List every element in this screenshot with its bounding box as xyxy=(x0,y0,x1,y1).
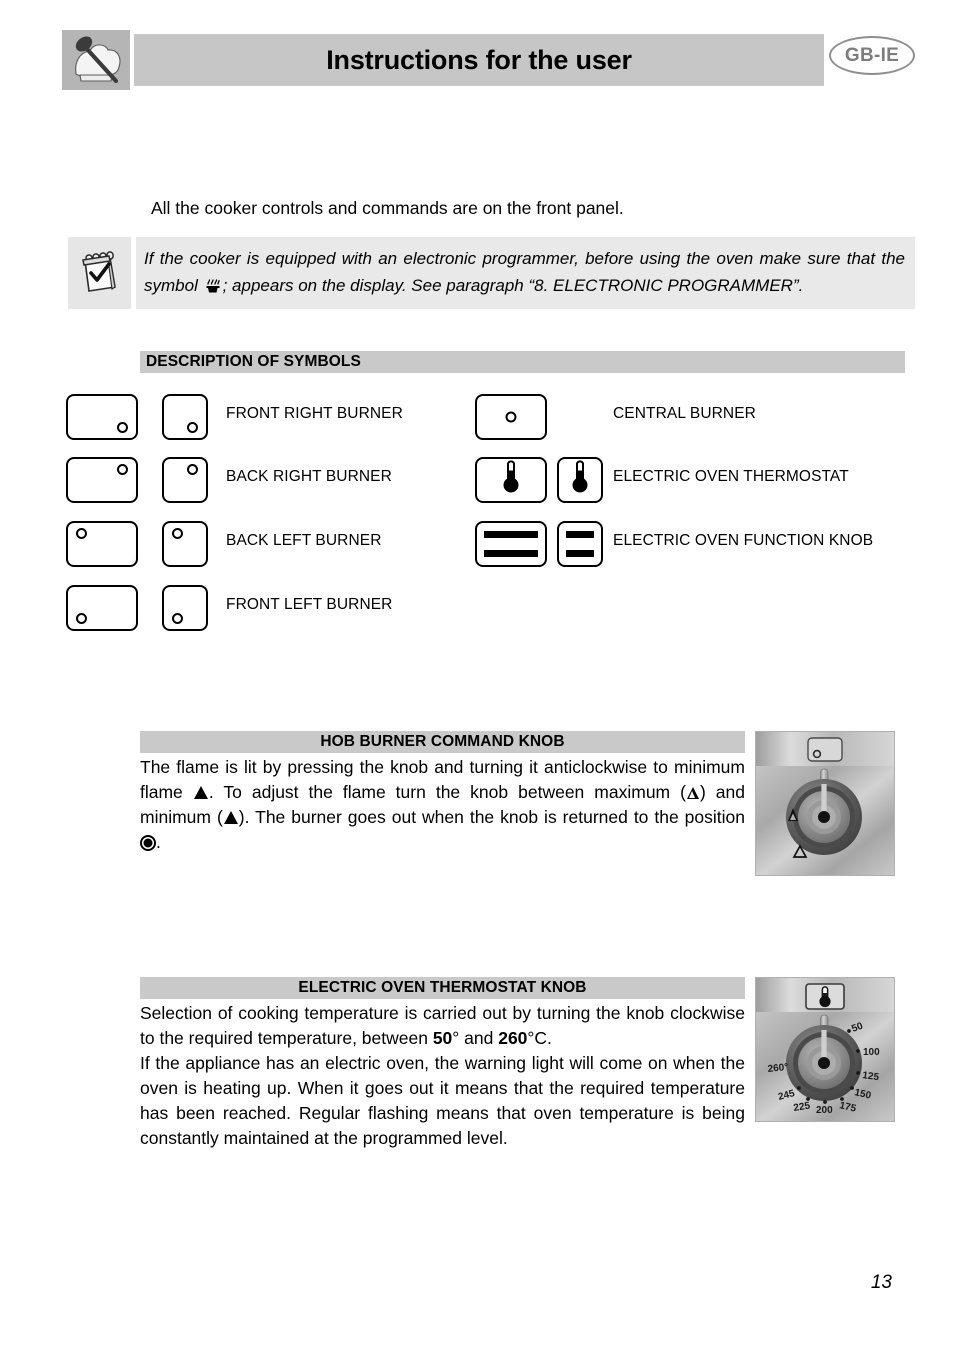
svg-text:260°: 260° xyxy=(767,1062,789,1075)
oven-function-knob-icon-alt xyxy=(557,521,603,567)
off-position-icon xyxy=(140,835,156,851)
chef-hat-spoon-icon xyxy=(62,30,130,90)
hob-text-4: ). The burner goes out when the knob is … xyxy=(238,807,745,827)
thermostat-paragraph-2: If the appliance has an electric oven, t… xyxy=(140,1053,745,1148)
note-text-after: ; appears on the display. See paragraph … xyxy=(222,276,804,295)
thermostat-block: ELECTRIC OVEN THERMOSTAT KNOB Selection … xyxy=(140,977,745,1151)
burner-knob-back-right-icon-alt xyxy=(162,457,208,503)
symbol-label: FRONT LEFT BURNER xyxy=(226,596,393,613)
knob-indicator-dot xyxy=(172,528,183,539)
knob-indicator-dot xyxy=(187,422,198,433)
note-body: If the cooker is equipped with an electr… xyxy=(136,237,915,309)
thermostat-block-body: Selection of cooking temperature is carr… xyxy=(140,999,745,1151)
thermostat-block-title-bar: ELECTRIC OVEN THERMOSTAT KNOB xyxy=(140,977,745,999)
language-badge-label: GB-IE xyxy=(844,44,900,66)
thermostat-text-c: °C. xyxy=(527,1028,552,1048)
knob-indicator-dot xyxy=(117,422,128,433)
hob-burner-block: HOB BURNER COMMAND KNOB The flame is lit… xyxy=(140,731,745,855)
note-callout: If the cooker is equipped with an electr… xyxy=(68,237,915,309)
function-bars-glyph xyxy=(559,523,601,565)
symbol-label: BACK LEFT BURNER xyxy=(226,532,382,549)
symbol-label: BACK RIGHT BURNER xyxy=(226,468,392,485)
thermostat-knob-photo: 50 100 125 150 175 200 225 245 260° xyxy=(755,977,895,1122)
min-flame-triangle-icon xyxy=(193,786,208,799)
burner-knob-back-left-icon-alt xyxy=(162,521,208,567)
thermometer-glyph xyxy=(501,460,521,500)
function-bars-glyph xyxy=(477,523,545,565)
symbol-row-back-right-burner: BACK RIGHT BURNER xyxy=(66,457,486,503)
intro-text: All the cooker controls and commands are… xyxy=(151,198,624,218)
symbol-label: ELECTRIC OVEN THERMOSTAT xyxy=(613,468,849,485)
burner-knob-front-right-icon-alt xyxy=(162,394,208,440)
knob-indicator-dot xyxy=(172,613,183,624)
min-flame-triangle-icon-2 xyxy=(223,811,238,824)
burner-knob-front-right-icon xyxy=(66,394,138,440)
symbol-row-back-left-burner: BACK LEFT BURNER xyxy=(66,521,486,567)
thermometer-glyph xyxy=(570,460,590,500)
header-title-bar: Instructions for the user xyxy=(134,34,824,86)
page-header: Instructions for the user GB-IE xyxy=(62,30,915,90)
steam-pot-icon xyxy=(205,275,221,293)
thermostat-min-temp: 50 xyxy=(432,1028,453,1048)
symbol-row-front-left-burner: FRONT LEFT BURNER xyxy=(66,585,486,631)
knob-indicator-dot xyxy=(505,411,517,423)
hob-burner-knob-photo xyxy=(755,731,895,876)
thermostat-block-title: ELECTRIC OVEN THERMOSTAT KNOB xyxy=(298,979,587,996)
symbols-section-header: DESCRIPTION OF SYMBOLS xyxy=(140,351,905,373)
page-title: Instructions for the user xyxy=(326,44,632,75)
page-number: 13 xyxy=(870,1272,892,1293)
symbol-row-oven-thermostat: ELECTRIC OVEN THERMOSTAT xyxy=(475,457,905,503)
hob-text-2: . To adjust the flame turn the knob betw… xyxy=(208,782,686,802)
thermostat-text-b: ° and xyxy=(452,1028,499,1048)
burner-knob-front-left-icon xyxy=(66,585,138,631)
symbols-section-title: DESCRIPTION OF SYMBOLS xyxy=(146,353,361,370)
language-badge: GB-IE xyxy=(829,36,915,75)
symbol-row-oven-function-knob: ELECTRIC OVEN FUNCTION KNOB xyxy=(475,521,905,567)
notepad-check-icon xyxy=(68,237,131,309)
symbol-row-central-burner: CENTRAL BURNER xyxy=(475,394,905,440)
symbol-label: ELECTRIC OVEN FUNCTION KNOB xyxy=(613,532,874,549)
oven-function-knob-icon xyxy=(475,521,547,567)
symbol-label: FRONT RIGHT BURNER xyxy=(226,405,403,422)
hob-text-5: . xyxy=(156,832,161,852)
burner-knob-front-left-icon-alt xyxy=(162,585,208,631)
burner-knob-back-left-icon xyxy=(66,521,138,567)
symbol-row-front-right-burner: FRONT RIGHT BURNER xyxy=(66,394,486,440)
thermostat-icon xyxy=(475,457,547,503)
svg-text:200: 200 xyxy=(816,1105,833,1116)
knob-indicator-dot xyxy=(117,464,128,475)
hob-burner-block-title: HOB BURNER COMMAND KNOB xyxy=(320,733,565,750)
symbol-label: CENTRAL BURNER xyxy=(613,405,756,422)
burner-knob-back-right-icon xyxy=(66,457,138,503)
knob-indicator-dot xyxy=(76,528,87,539)
thermostat-icon-alt xyxy=(557,457,603,503)
knob-indicator-dot xyxy=(187,464,198,475)
knob-indicator-dot xyxy=(76,613,87,624)
max-flame-triangle-icon xyxy=(686,787,699,799)
thermostat-paragraph-1: Selection of cooking temperature is carr… xyxy=(140,1001,745,1051)
hob-burner-block-body: The flame is lit by pressing the knob an… xyxy=(140,753,745,855)
svg-text:100: 100 xyxy=(863,1047,880,1058)
burner-knob-central-icon xyxy=(475,394,547,440)
hob-burner-block-title-bar: HOB BURNER COMMAND KNOB xyxy=(140,731,745,753)
thermostat-max-temp: 260 xyxy=(498,1028,528,1048)
